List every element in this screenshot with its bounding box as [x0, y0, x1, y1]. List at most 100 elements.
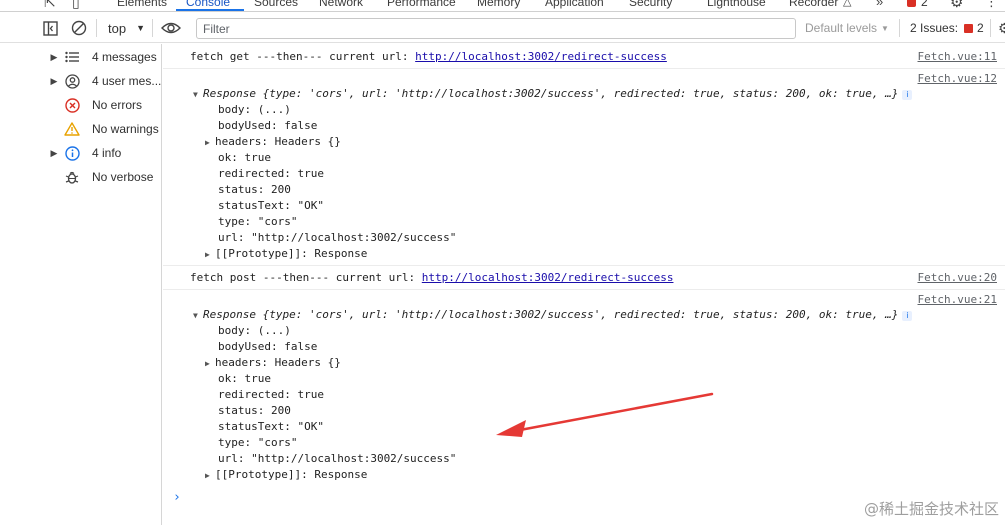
- object-preview: {type: 'cors', url: 'http://localhost:30…: [262, 87, 899, 100]
- object-summary[interactable]: ▼ Response {type: 'cors', url: 'http://lo…: [193, 308, 913, 321]
- sidebar-item-warnings[interactable]: No warnings: [0, 117, 161, 141]
- log-levels-label: Default levels: [805, 21, 878, 35]
- collapse-arrow-icon[interactable]: ▼: [193, 90, 203, 99]
- object-property: statusText: "OK": [218, 199, 324, 212]
- object-info-icon[interactable]: i: [902, 311, 913, 321]
- source-link[interactable]: Fetch.vue:11: [918, 50, 997, 63]
- expand-arrow-icon[interactable]: ▶: [50, 69, 58, 93]
- recorder-flask-icon: △: [843, 0, 852, 8]
- tab-recorder[interactable]: Recorder: [789, 0, 838, 9]
- object-property: body: (...): [218, 324, 291, 337]
- object-property: bodyUsed: false: [218, 119, 317, 132]
- filter-placeholder: Filter: [203, 22, 230, 36]
- tab-console[interactable]: Console: [186, 0, 230, 9]
- property-text: statusText: "OK": [218, 199, 324, 212]
- object-summary[interactable]: ▼ Response {type: 'cors', url: 'http://lo…: [193, 87, 913, 100]
- object-preview: {type: 'cors', url: 'http://localhost:30…: [262, 308, 899, 321]
- source-link[interactable]: Fetch.vue:20: [918, 271, 997, 284]
- object-class-name: Response: [203, 87, 263, 100]
- expand-arrow-icon[interactable]: ▶: [205, 359, 215, 368]
- filter-input[interactable]: Filter: [196, 18, 796, 39]
- object-property[interactable]: ▶ headers: Headers {}: [205, 356, 341, 369]
- property-text: headers: Headers {}: [215, 135, 341, 148]
- sidebar-toggle-icon[interactable]: [43, 13, 58, 43]
- sidebar-item-errors[interactable]: No errors: [0, 93, 161, 117]
- live-expression-eye-icon[interactable]: [161, 13, 181, 43]
- context-selector-label: top: [108, 20, 127, 36]
- console-sidebar: ▶ 4 messages ▶ 4 user mes... No errors N…: [0, 44, 162, 525]
- error-badge-count[interactable]: 2: [921, 0, 928, 9]
- annotation-arrow: [496, 392, 714, 437]
- message-url-link[interactable]: http://localhost:3002/redirect-success: [422, 271, 674, 284]
- console-message: fetch get ---then--- current url: http:/…: [190, 50, 667, 63]
- message-divider: [163, 289, 1005, 290]
- sidebar-item-verbose[interactable]: No verbose: [0, 165, 161, 189]
- source-link[interactable]: Fetch.vue:21: [918, 293, 997, 306]
- issues-count: 2: [977, 21, 984, 35]
- user-icon: [63, 69, 81, 93]
- tab-performance[interactable]: Performance: [387, 0, 456, 9]
- toolbar-divider: [152, 19, 153, 37]
- devtools-tab-strip: ⇱ ▯ Elements Console Sources Network Per…: [0, 0, 1005, 12]
- object-property[interactable]: ▶ headers: Headers {}: [205, 135, 341, 148]
- expand-arrow-icon[interactable]: ▶: [205, 138, 215, 147]
- object-property: url: "http://localhost:3002/success": [218, 231, 456, 244]
- collapse-arrow-icon[interactable]: ▼: [193, 311, 203, 320]
- property-text: statusText: "OK": [218, 420, 324, 433]
- device-toolbar-icon[interactable]: ▯: [72, 0, 80, 11]
- console-prompt-input[interactable]: ›: [173, 490, 181, 505]
- object-property: status: 200: [218, 404, 291, 417]
- object-property: statusText: "OK": [218, 420, 324, 433]
- warning-icon: [63, 117, 81, 141]
- sidebar-item-messages[interactable]: ▶ 4 messages: [0, 45, 161, 69]
- object-property: ok: true: [218, 372, 271, 385]
- sidebar-item-label: No errors: [92, 98, 143, 112]
- property-text: body: (...): [218, 103, 291, 116]
- toolbar-divider: [96, 19, 97, 37]
- expand-arrow-icon[interactable]: ▶: [205, 250, 215, 259]
- tab-lighthouse[interactable]: Lighthouse: [707, 0, 766, 9]
- message-divider: [163, 265, 1005, 266]
- context-selector[interactable]: top ▼: [108, 13, 145, 43]
- tab-elements[interactable]: Elements: [117, 0, 167, 9]
- issues-button[interactable]: 2 Issues: 2: [910, 13, 984, 43]
- tab-memory[interactable]: Memory: [477, 0, 520, 9]
- error-badge-icon[interactable]: [907, 0, 916, 7]
- object-property[interactable]: ▶ [[Prototype]]: Response: [205, 468, 367, 481]
- console-settings-gear-icon[interactable]: ⚙: [998, 13, 1005, 43]
- sidebar-item-info[interactable]: ▶ 4 info: [0, 141, 161, 165]
- active-tab-indicator: [176, 9, 244, 11]
- object-property[interactable]: ▶ [[Prototype]]: Response: [205, 247, 367, 260]
- log-levels-dropdown[interactable]: Default levels ▼: [805, 13, 889, 43]
- property-text: body: (...): [218, 324, 291, 337]
- expand-arrow-icon[interactable]: ▶: [50, 45, 58, 69]
- sidebar-item-label: 4 user mes...: [92, 74, 162, 88]
- list-icon: [63, 45, 81, 69]
- sidebar-item-label: No warnings: [92, 122, 159, 136]
- settings-gear-icon[interactable]: ⚙: [950, 0, 963, 11]
- tab-application[interactable]: Application: [545, 0, 604, 9]
- property-text: bodyUsed: false: [218, 340, 318, 353]
- more-options-icon[interactable]: ⋮: [985, 0, 998, 10]
- message-url-link[interactable]: http://localhost:3002/redirect-success: [415, 50, 667, 63]
- expand-arrow-icon[interactable]: ▶: [50, 141, 58, 165]
- property-text: [[Prototype]]: Response: [215, 247, 368, 260]
- console-messages: fetch get ---then--- current url: http:/…: [163, 44, 1005, 525]
- property-text: type: "cors": [218, 215, 298, 228]
- property-text: ok: true: [218, 372, 271, 385]
- object-info-icon[interactable]: i: [902, 90, 913, 100]
- tab-network[interactable]: Network: [319, 0, 363, 9]
- more-tabs-icon[interactable]: »: [876, 0, 883, 9]
- sidebar-item-user-messages[interactable]: ▶ 4 user mes...: [0, 69, 161, 93]
- tab-security[interactable]: Security: [629, 0, 672, 9]
- prompt-chevron-icon: ›: [173, 490, 181, 505]
- watermark: @稀土掘金技术社区: [863, 500, 999, 518]
- tab-sources[interactable]: Sources: [254, 0, 298, 9]
- expand-arrow-icon[interactable]: ▶: [205, 471, 215, 480]
- object-class-name: Response: [203, 308, 263, 321]
- clear-console-icon[interactable]: [71, 13, 87, 43]
- object-property: body: (...): [218, 103, 291, 116]
- property-text: url: "http://localhost:3002/success": [218, 231, 457, 244]
- source-link[interactable]: Fetch.vue:12: [918, 72, 997, 85]
- inspect-icon[interactable]: ⇱: [44, 0, 56, 11]
